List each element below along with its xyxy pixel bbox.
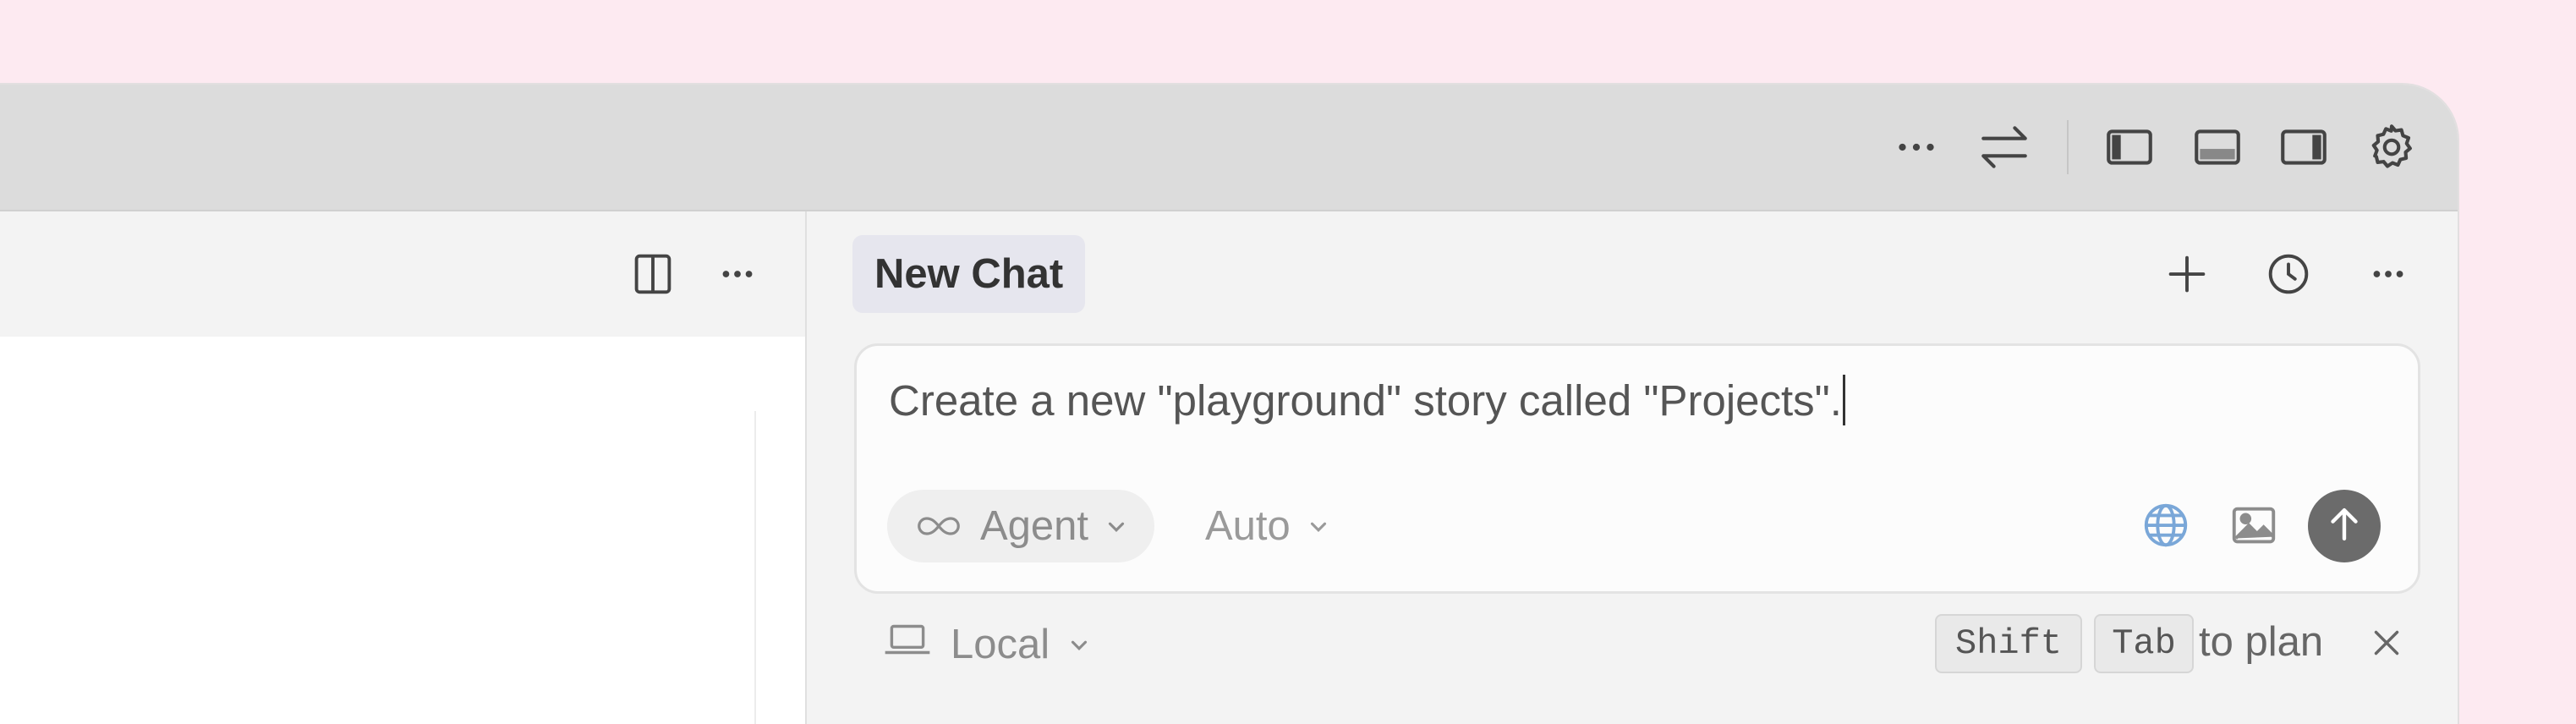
- mode-label: Agent: [980, 503, 1089, 549]
- titlebar-divider: [2067, 120, 2069, 174]
- plan-hint: to plan: [2151, 614, 2323, 670]
- chevron-down-icon: [1104, 502, 1129, 550]
- more-icon[interactable]: [1884, 115, 1948, 179]
- prompt-input[interactable]: Create a new "playground" story called "…: [889, 375, 1845, 425]
- new-chat-plus-icon[interactable]: [2155, 242, 2219, 306]
- laptop-icon: [881, 618, 934, 671]
- editor-body[interactable]: [0, 337, 805, 724]
- chat-more-icon[interactable]: [2356, 242, 2420, 306]
- plan-hint-text: to plan: [2199, 619, 2324, 665]
- editor-ruler-line: [754, 411, 756, 724]
- chat-tab[interactable]: New Chat: [852, 235, 1086, 313]
- swap-arrows-icon[interactable]: [1972, 115, 2036, 179]
- settings-gear-icon[interactable]: [2360, 115, 2424, 179]
- mode-selector[interactable]: Agent: [887, 490, 1155, 562]
- arrow-up-icon: [2321, 502, 2367, 551]
- history-clock-icon[interactable]: [2256, 242, 2321, 306]
- split-editor-icon[interactable]: [621, 242, 685, 306]
- chevron-down-icon: [1066, 621, 1092, 668]
- toggle-right-panel-icon[interactable]: [2272, 115, 2336, 179]
- chat-panel: New Chat Create a new "playground" story…: [807, 211, 2458, 724]
- text-caret: [1842, 375, 1845, 425]
- send-button[interactable]: [2308, 490, 2381, 562]
- close-icon[interactable]: [2354, 611, 2419, 675]
- image-icon[interactable]: [2222, 493, 2286, 557]
- infinity-icon: [913, 502, 965, 550]
- app-window: New Chat Create a new "playground" story…: [0, 85, 2458, 724]
- editor-more-icon[interactable]: [705, 242, 770, 306]
- shift-key-label: Shift: [1954, 623, 2063, 664]
- model-label: Auto: [1205, 503, 1291, 549]
- globe-icon[interactable]: [2134, 493, 2198, 557]
- chevron-down-icon: [1306, 502, 1331, 550]
- chat-tab-label: New Chat: [874, 251, 1064, 297]
- toggle-left-panel-icon[interactable]: [2097, 115, 2162, 179]
- environment-selector[interactable]: Local: [881, 611, 1092, 678]
- titlebar: [0, 85, 2458, 211]
- editor-area: [0, 211, 805, 724]
- toggle-bottom-panel-icon[interactable]: [2185, 115, 2250, 179]
- environment-label: Local: [951, 622, 1050, 667]
- model-selector[interactable]: Auto: [1205, 490, 1331, 562]
- editor-tab-bar: [0, 211, 805, 337]
- shift-key-badge: Shift: [1935, 614, 2082, 673]
- chat-composer[interactable]: Create a new "playground" story called "…: [854, 343, 2420, 594]
- prompt-text: Create a new "playground" story called "…: [889, 376, 1842, 425]
